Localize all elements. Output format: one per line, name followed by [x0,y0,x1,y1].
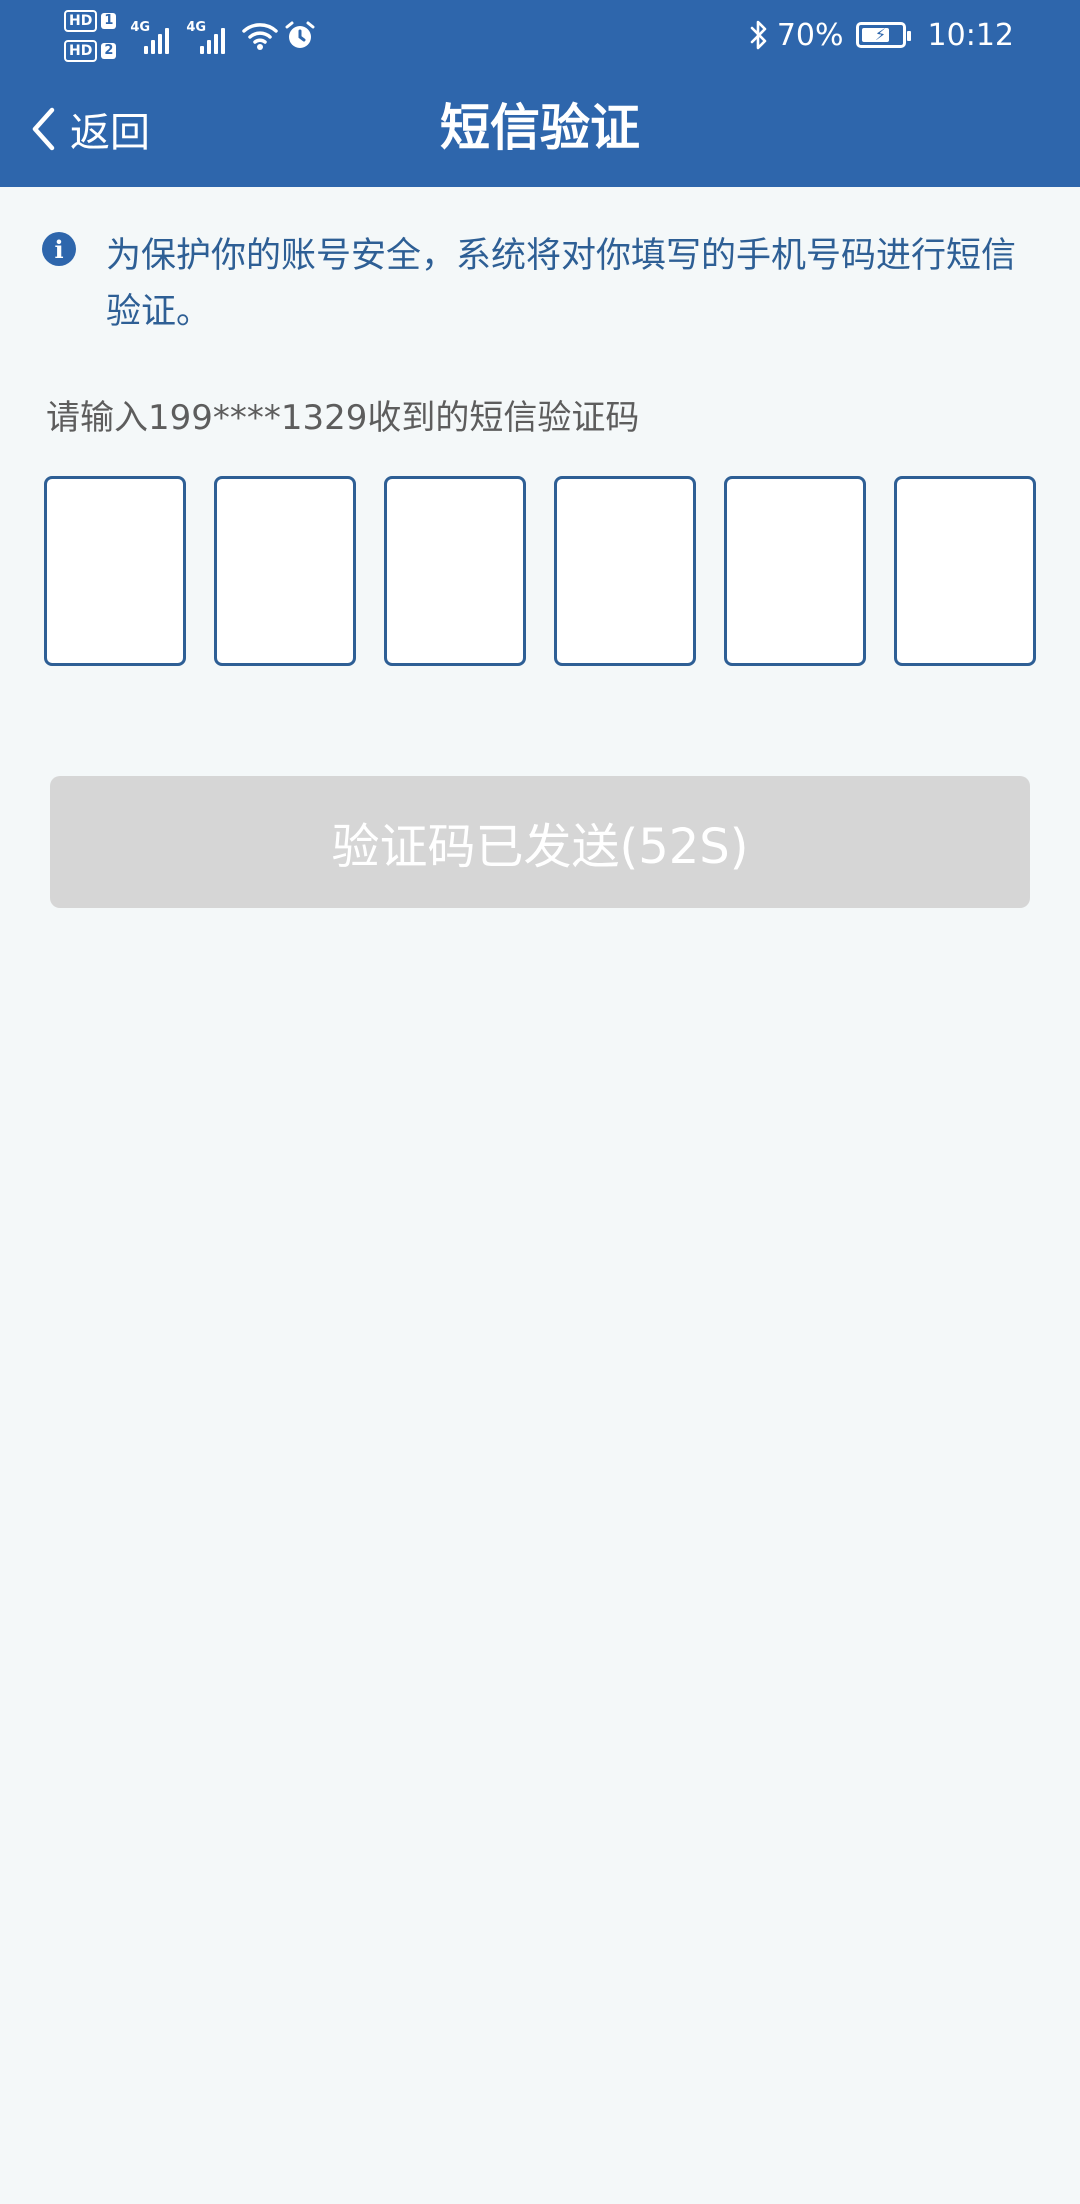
signal-icon: 4G [130,16,178,56]
signal-icon: 4G [186,16,234,56]
code-input-row [44,476,1036,666]
sms-verification-screen: HD 1 HD 2 4G 4G 70% ⚡ 10:12 返回 短信验证 i 为保… [0,0,1080,2204]
battery-charging-icon: ⚡ [855,22,911,48]
notice-text: 为保护你的账号安全，系统将对你填写的手机号码进行短信验证。 [106,236,1017,332]
page-title: 短信验证 [440,99,640,157]
code-digit-input[interactable] [724,476,866,666]
sim-number: 2 [101,43,117,59]
code-digit-input[interactable] [44,476,186,666]
sim-indicators: HD 1 HD 2 [64,10,117,62]
hd-badge: HD [64,10,98,32]
status-bar-right: 70% ⚡ 10:12 [749,10,1014,60]
resend-code-label: 验证码已发送(52S) [331,819,749,875]
sim2-indicator: HD 2 [64,40,117,62]
code-prompt: 请输入199****1329收到的短信验证码 [46,398,640,438]
bluetooth-icon [749,19,769,51]
info-icon: i [42,232,76,266]
header: HD 1 HD 2 4G 4G 70% ⚡ 10:12 返回 短信验证 [0,0,1080,187]
code-digit-input[interactable] [894,476,1036,666]
hd-badge: HD [64,40,98,62]
wifi-icon [242,21,279,51]
resend-code-button[interactable]: 验证码已发送(52S) [50,776,1030,908]
alarm-icon [284,20,316,52]
code-digit-input[interactable] [384,476,526,666]
security-notice: i 为保护你的账号安全，系统将对你填写的手机号码进行短信验证。 [42,228,1042,340]
code-digit-input[interactable] [554,476,696,666]
status-bar-left: HD 1 HD 2 4G 4G [64,8,316,64]
sim-number: 1 [101,13,117,29]
code-digit-input[interactable] [214,476,356,666]
battery-percent: 70% [776,17,844,53]
clock: 10:12 [927,17,1014,53]
sim1-indicator: HD 1 [64,10,117,32]
